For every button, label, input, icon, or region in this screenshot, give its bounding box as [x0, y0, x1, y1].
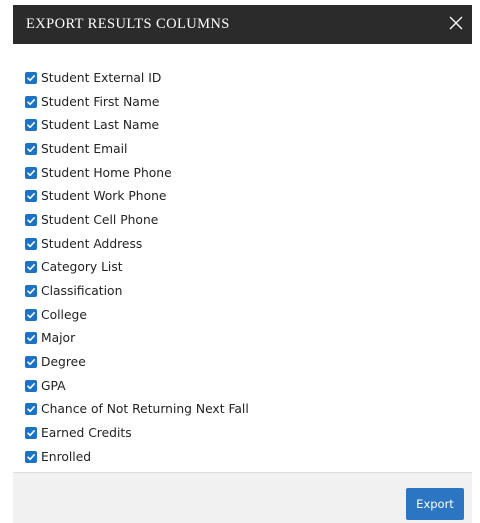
checkbox[interactable] [25, 213, 37, 226]
checkbox[interactable] [25, 166, 37, 179]
column-option[interactable]: Enrolled [25, 445, 249, 469]
checkbox[interactable] [25, 403, 37, 416]
column-option-label: Student Address [41, 236, 143, 251]
column-option[interactable]: Classification [25, 279, 249, 303]
column-option[interactable]: Student Home Phone [25, 161, 249, 185]
column-option-label: Major [41, 331, 76, 346]
column-option[interactable]: Chance of Not Returning Next Fall [25, 398, 249, 422]
checkbox[interactable] [25, 142, 37, 155]
column-option[interactable]: Student External ID [25, 66, 249, 90]
checkbox[interactable] [25, 119, 37, 132]
column-option-label: Student Last Name [41, 118, 160, 133]
checkbox[interactable] [25, 308, 37, 321]
checkbox[interactable] [25, 285, 37, 298]
column-option[interactable]: Student Cell Phone [25, 208, 249, 232]
column-option[interactable]: Student Last Name [25, 113, 249, 137]
export-button[interactable]: Export [406, 488, 464, 520]
checkbox[interactable] [25, 427, 37, 440]
column-option[interactable]: Student First Name [25, 90, 249, 114]
column-option-label: Student Work Phone [41, 189, 167, 204]
column-option-label: Degree [41, 355, 86, 370]
column-option[interactable]: Major [25, 327, 249, 351]
column-option-label: GPA [41, 378, 66, 393]
checkbox[interactable] [25, 237, 37, 250]
column-option[interactable]: Degree [25, 350, 249, 374]
column-option-label: Student Email [41, 141, 128, 156]
close-icon [449, 16, 463, 30]
column-option-label: College [41, 307, 87, 322]
dialog-footer: Export [13, 472, 472, 523]
column-option[interactable]: GPA [25, 374, 249, 398]
dialog-header: EXPORT RESULTS COLUMNS [13, 5, 472, 44]
checkbox[interactable] [25, 356, 37, 369]
column-option-label: Classification [41, 284, 123, 299]
checkbox[interactable] [25, 332, 37, 345]
column-option[interactable]: Earned Credits [25, 421, 249, 445]
dialog-title: EXPORT RESULTS COLUMNS [26, 16, 230, 32]
checkbox[interactable] [25, 379, 37, 392]
column-option-label: Student First Name [41, 94, 160, 109]
column-checkbox-list: Student External ID Student First Name Stu… [25, 66, 249, 469]
checkbox[interactable] [25, 71, 37, 84]
column-option-label: Student Cell Phone [41, 212, 159, 227]
dialog-body: Student External ID Student First Name Stu… [13, 44, 472, 472]
column-option[interactable]: College [25, 303, 249, 327]
export-columns-dialog: EXPORT RESULTS COLUMNS Student External … [13, 5, 472, 523]
checkbox[interactable] [25, 450, 37, 463]
column-option-label: Chance of Not Returning Next Fall [41, 402, 249, 417]
column-option-label: Student External ID [41, 70, 162, 85]
column-option-label: Category List [41, 260, 123, 275]
column-option[interactable]: Student Address [25, 232, 249, 256]
column-option-label: Enrolled [41, 449, 92, 464]
column-option[interactable]: Student Work Phone [25, 184, 249, 208]
column-option[interactable]: Category List [25, 256, 249, 280]
checkbox[interactable] [25, 190, 37, 203]
column-option-label: Student Home Phone [41, 165, 172, 180]
checkbox[interactable] [25, 95, 37, 108]
column-option[interactable]: Student Email [25, 137, 249, 161]
checkbox[interactable] [25, 261, 37, 274]
close-button[interactable] [444, 11, 468, 35]
column-option-label: Earned Credits [41, 426, 132, 441]
